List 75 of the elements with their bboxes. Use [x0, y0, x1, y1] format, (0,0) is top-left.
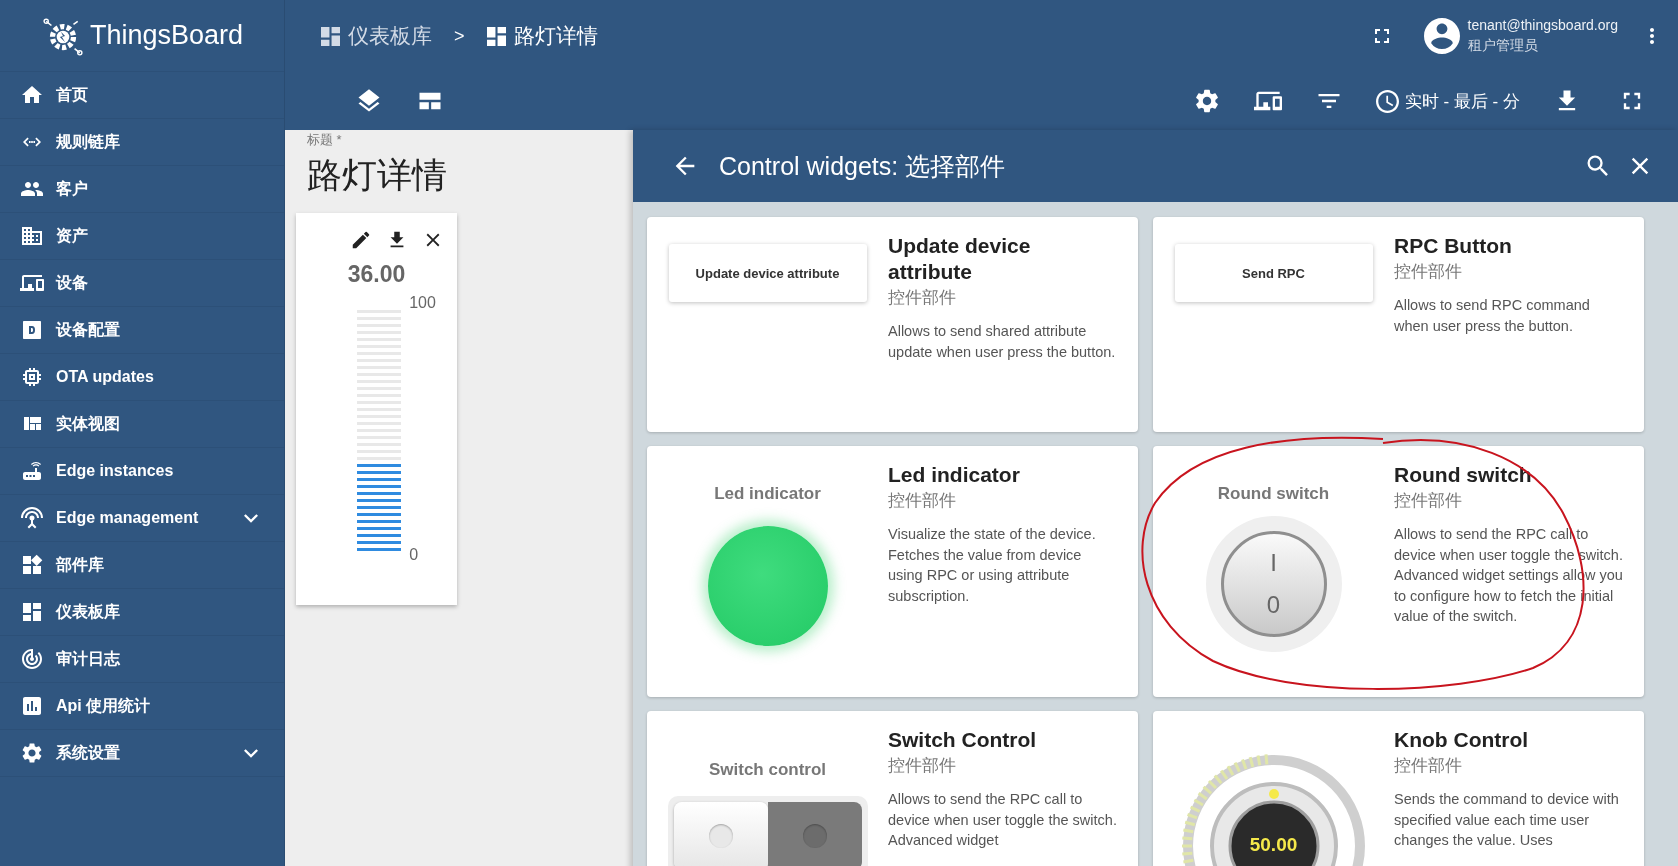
chip-icon — [20, 365, 44, 389]
widget-title: RPC Button — [1394, 233, 1513, 259]
widget-type: 控件部件 — [888, 755, 957, 777]
preview-label: Led indicator — [714, 484, 821, 504]
preview-label: Switch control — [708, 760, 827, 780]
dashboard-icon — [20, 600, 44, 624]
gauge-value: 36.00 — [347, 261, 406, 288]
sidebar-item[interactable]: Api 使用统计 — [0, 683, 284, 730]
title-field[interactable]: 路灯详情 — [307, 152, 633, 199]
logo-text: ThingsBoard — [90, 20, 244, 51]
sidebar-item[interactable]: 设备配置 — [0, 307, 284, 354]
sidebar-item[interactable]: 资产 — [0, 213, 284, 260]
chart-icon — [20, 694, 44, 718]
panel-title: Control widgets: 选择部件 — [719, 150, 1006, 182]
settings-icon — [20, 741, 44, 765]
router-icon — [20, 459, 44, 483]
widget-description: Visualize the state of the device. Fetches the value from device using RPC or using attribute subscription. — [888, 525, 1097, 606]
dashboard-icon — [321, 26, 340, 46]
widget-title: Led indicator — [888, 462, 1021, 488]
user-role: 租户管理员 — [1467, 37, 1539, 55]
dashboard-icon — [486, 26, 506, 46]
widget-card[interactable]: Led indicator Led indicator 控件部件 Visualize the state of the device. Fetches the value from device using RPC or using attribute subscription. — [647, 446, 1138, 697]
breadcrumb-link[interactable]: 路灯详情 — [486, 22, 598, 50]
sidebar-item[interactable]: Edge management — [0, 495, 284, 542]
widget-title: Update device attribute — [888, 233, 1032, 285]
knob-value: 50.00 — [1248, 834, 1299, 856]
widget-title: Knob Control — [1394, 727, 1530, 753]
widget-type: 控件部件 — [888, 287, 957, 309]
clock-icon — [1375, 89, 1399, 113]
widget-card[interactable]: 50.00 Knob Control 控件部件 Sends the command to device with specified value each time user changes the value. Uses — [1153, 711, 1644, 866]
sidebar-item[interactable]: OTA updates — [0, 354, 284, 401]
target-icon — [20, 647, 44, 671]
sidebar-item[interactable]: Edge instances — [0, 448, 284, 495]
widget-card[interactable]: Switch control Switch Control 控件部件 Allows to send the RPC call to device when user toggle the switch. Advanced widget — [647, 711, 1138, 866]
widget-title: Switch Control — [888, 727, 1038, 753]
sidebar-item[interactable]: 系统设置 — [0, 730, 284, 777]
sidebar-item[interactable]: 仪表板库 — [0, 589, 284, 636]
antenna-icon — [20, 506, 44, 530]
widget-type: 控件部件 — [1394, 261, 1463, 283]
widget-title: Round switch — [1394, 462, 1533, 488]
chevron-down-icon — [244, 748, 258, 758]
widget-description: Allows to send shared attribute update when user press the button. — [888, 322, 1117, 362]
switch-off-mark: 0 — [1266, 591, 1281, 619]
sidebar-item[interactable]: 首页 — [0, 72, 284, 119]
sidebar-item[interactable]: 实体视图 — [0, 401, 284, 448]
switch-on-mark: I — [1270, 549, 1277, 577]
widget-type: 控件部件 — [1394, 490, 1463, 512]
widget-type: 控件部件 — [1394, 755, 1463, 777]
timewindow-button[interactable]: 实时 - 最后 - 分 — [1375, 89, 1520, 113]
breadcrumb-separator: > — [454, 25, 465, 47]
gauge-min: 0 — [409, 546, 420, 564]
preview-button: Send RPC — [1174, 244, 1373, 302]
widget-description: Sends the command to device with specified value each time user changes the value. Uses — [1394, 790, 1620, 850]
profile-icon — [20, 318, 44, 342]
sidebar-item[interactable]: 客户 — [0, 166, 284, 213]
widget-description: Allows to send the RPC call to device when user toggle the switch. Advanced widget — [888, 790, 1118, 850]
chevron-down-icon — [244, 513, 258, 523]
avatar-icon[interactable] — [1423, 18, 1460, 54]
knob-indicator-dot — [1268, 789, 1279, 799]
widget-card[interactable]: Update device attribute Update device attribute 控件部件 Allows to send shared attribute update when user press the button. — [647, 217, 1138, 432]
user-email: tenant@thingsboard.org — [1467, 17, 1618, 33]
sidebar-item[interactable]: 部件库 — [0, 542, 284, 589]
gauge-max: 100 — [409, 294, 436, 312]
breadcrumb-link[interactable]: 仪表板库 — [321, 22, 432, 50]
widget-type: 控件部件 — [888, 490, 957, 512]
preview-button: Update device attribute — [668, 244, 867, 302]
preview-label: Round switch — [1217, 484, 1330, 504]
sidebar-item[interactable]: 设备 — [0, 260, 284, 307]
sidebar-item[interactable]: 规则链库 — [0, 119, 284, 166]
building-icon — [20, 224, 44, 248]
widget-description: Allows to send RPC command when user press the button. — [1394, 296, 1591, 336]
sidebar-item[interactable]: 审计日志 — [0, 636, 284, 683]
widgets-icon — [20, 553, 44, 577]
widget-card[interactable]: Send RPC RPC Button 控件部件 Allows to send RPC command when user press the button. — [1153, 217, 1644, 432]
field-label: 标题 * — [307, 131, 343, 149]
